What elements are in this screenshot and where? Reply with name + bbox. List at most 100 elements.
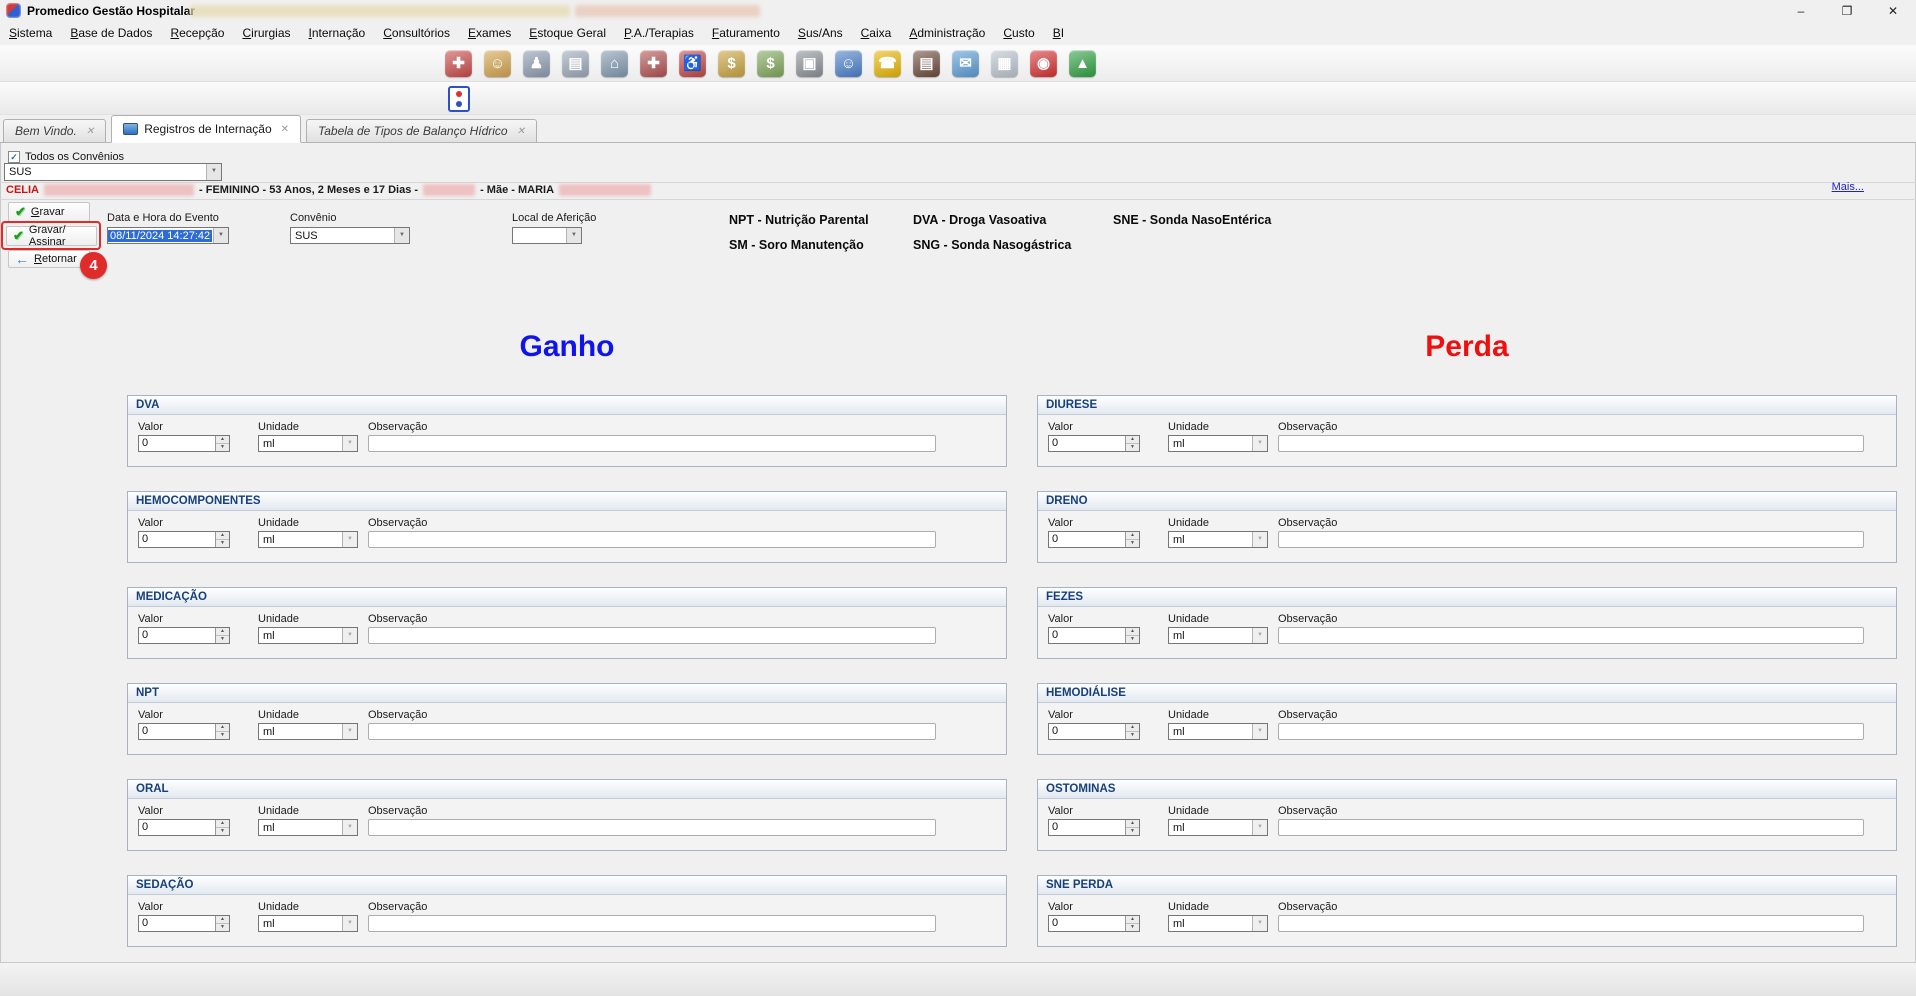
spinner-up-icon[interactable]: ▲ <box>216 532 229 540</box>
valor-spinner[interactable]: 0 ▲ ▼ <box>138 915 230 932</box>
dropdown-arrow-icon[interactable]: ▼ <box>342 628 357 643</box>
menu-administracao[interactable]: Administração <box>900 22 994 45</box>
spinner-up-icon[interactable]: ▲ <box>216 724 229 732</box>
valor-spinner[interactable]: 0 ▲ ▼ <box>1048 915 1140 932</box>
dropdown-arrow-icon[interactable]: ▼ <box>1252 628 1267 643</box>
menu-recepcao[interactable]: Recepção <box>161 22 233 45</box>
ambulance-icon[interactable]: ✚ <box>640 50 667 77</box>
spinner-down-icon[interactable]: ▼ <box>1126 540 1139 547</box>
mais-link[interactable]: Mais... <box>1832 181 1864 193</box>
menu-sistema[interactable]: Sistema <box>0 22 61 45</box>
tab-tabela-tipos-balanco-hidrico[interactable]: Tabela de Tipos de Balanço Hídrico ✕ <box>306 119 537 142</box>
menu-internacao[interactable]: Internação <box>300 22 375 45</box>
menu-bi[interactable]: BI <box>1044 22 1073 45</box>
observacao-input[interactable] <box>1278 435 1864 452</box>
spinner-down-icon[interactable]: ▼ <box>1126 636 1139 643</box>
spinner-up-icon[interactable]: ▲ <box>1126 724 1139 732</box>
observacao-input[interactable] <box>368 723 936 740</box>
valor-spinner[interactable]: 0 ▲ ▼ <box>138 531 230 548</box>
menu-estoque-geral[interactable]: Estoque Geral <box>520 22 615 45</box>
menu-sus-ans[interactable]: Sus/Ans <box>789 22 852 45</box>
dropdown-arrow-icon[interactable]: ▼ <box>342 820 357 835</box>
unidade-select[interactable]: ml ▼ <box>1168 819 1268 836</box>
book-icon[interactable]: ▤ <box>913 50 940 77</box>
spinner-down-icon[interactable]: ▼ <box>1126 924 1139 931</box>
spinner-down-icon[interactable]: ▼ <box>216 732 229 739</box>
observacao-input[interactable] <box>368 819 936 836</box>
chart-icon[interactable]: ▲ <box>1069 50 1096 77</box>
phone-icon[interactable]: ☎ <box>874 50 901 77</box>
unidade-select[interactable]: ml ▼ <box>1168 531 1268 548</box>
tab-bem-vindo[interactable]: Bem Vindo. ✕ <box>3 119 106 142</box>
dropdown-arrow-icon[interactable]: ▼ <box>1252 436 1267 451</box>
data-hora-field[interactable]: 08/11/2024 14:27:42 ▼ <box>107 227 229 244</box>
valor-spinner[interactable]: 0 ▲ ▼ <box>1048 435 1140 452</box>
menu-cirurgias[interactable]: Cirurgias <box>233 22 299 45</box>
calculator-icon[interactable]: ▦ <box>991 50 1018 77</box>
observacao-input[interactable] <box>1278 915 1864 932</box>
safe-icon[interactable]: ▣ <box>796 50 823 77</box>
spinner-up-icon[interactable]: ▲ <box>1126 916 1139 924</box>
todos-convenios-checkbox[interactable]: ✓ <box>8 151 20 163</box>
chat-icon[interactable]: ✉ <box>952 50 979 77</box>
observacao-input[interactable] <box>368 627 936 644</box>
dropdown-arrow-icon[interactable]: ▼ <box>342 724 357 739</box>
tab-close-icon[interactable]: ✕ <box>517 126 525 137</box>
observacao-input[interactable] <box>368 915 936 932</box>
spinner-down-icon[interactable]: ▼ <box>216 924 229 931</box>
unidade-select[interactable]: ml ▼ <box>1168 627 1268 644</box>
menu-custo[interactable]: Custo <box>994 22 1043 45</box>
spinner-down-icon[interactable]: ▼ <box>1126 828 1139 835</box>
unidade-select[interactable]: ml ▼ <box>258 531 358 548</box>
dropdown-arrow-icon[interactable]: ▼ <box>342 436 357 451</box>
spinner-down-icon[interactable]: ▼ <box>1126 444 1139 451</box>
menu-caixa[interactable]: Caixa <box>852 22 901 45</box>
spinner-down-icon[interactable]: ▼ <box>216 636 229 643</box>
unidade-select[interactable]: ml ▼ <box>1168 435 1268 452</box>
valor-spinner[interactable]: 0 ▲ ▼ <box>1048 723 1140 740</box>
valor-spinner[interactable]: 0 ▲ ▼ <box>138 819 230 836</box>
spinner-up-icon[interactable]: ▲ <box>216 916 229 924</box>
observacao-input[interactable] <box>1278 819 1864 836</box>
dropdown-arrow-icon[interactable]: ▼ <box>206 164 221 180</box>
spinner-up-icon[interactable]: ▲ <box>1126 532 1139 540</box>
gravar-button[interactable]: ✔ Gravar <box>8 202 90 222</box>
unidade-select[interactable]: ml ▼ <box>258 819 358 836</box>
syringe-icon[interactable]: ✚ <box>445 50 472 77</box>
admin-users-icon[interactable]: ☺ <box>835 50 862 77</box>
hospital-bed-icon[interactable]: ⌂ <box>601 50 628 77</box>
doctor-icon[interactable]: ♟ <box>523 50 550 77</box>
dropdown-arrow-icon[interactable]: ▼ <box>1252 532 1267 547</box>
records-icon[interactable]: ▤ <box>562 50 589 77</box>
dropdown-arrow-icon[interactable]: ▼ <box>342 916 357 931</box>
retornar-button[interactable]: ← Retornar <box>8 250 90 268</box>
menu-base-de-dados[interactable]: Base de Dados <box>61 22 161 45</box>
menu-exames[interactable]: Exames <box>459 22 520 45</box>
reception-icon[interactable]: ☺ <box>484 50 511 77</box>
menu-consultorios[interactable]: Consultórios <box>374 22 459 45</box>
tab-registros-de-internacao[interactable]: Registros de Internação ✕ <box>111 115 301 143</box>
unidade-select[interactable]: ml ▼ <box>1168 915 1268 932</box>
valor-spinner[interactable]: 0 ▲ ▼ <box>1048 819 1140 836</box>
unidade-select[interactable]: ml ▼ <box>258 627 358 644</box>
menu-p-a-terapias[interactable]: P.A./Terapias <box>615 22 703 45</box>
valor-spinner[interactable]: 0 ▲ ▼ <box>138 435 230 452</box>
traffic-light-icon[interactable] <box>448 86 470 112</box>
valor-spinner[interactable]: 0 ▲ ▼ <box>1048 627 1140 644</box>
maximize-button[interactable]: ❐ <box>1824 0 1870 22</box>
unidade-select[interactable]: ml ▼ <box>1168 723 1268 740</box>
observacao-input[interactable] <box>1278 723 1864 740</box>
cash-icon[interactable]: $ <box>757 50 784 77</box>
spinner-up-icon[interactable]: ▲ <box>216 628 229 636</box>
observacao-input[interactable] <box>368 435 936 452</box>
spinner-down-icon[interactable]: ▼ <box>1126 732 1139 739</box>
dropdown-arrow-icon[interactable]: ▼ <box>1252 820 1267 835</box>
spinner-up-icon[interactable]: ▲ <box>1126 820 1139 828</box>
dropdown-arrow-icon[interactable]: ▼ <box>213 228 228 243</box>
spinner-down-icon[interactable]: ▼ <box>216 444 229 451</box>
spinner-up-icon[interactable]: ▲ <box>1126 436 1139 444</box>
valor-spinner[interactable]: 0 ▲ ▼ <box>1048 531 1140 548</box>
menu-faturamento[interactable]: Faturamento <box>703 22 789 45</box>
observacao-input[interactable] <box>1278 627 1864 644</box>
dropdown-arrow-icon[interactable]: ▼ <box>342 532 357 547</box>
